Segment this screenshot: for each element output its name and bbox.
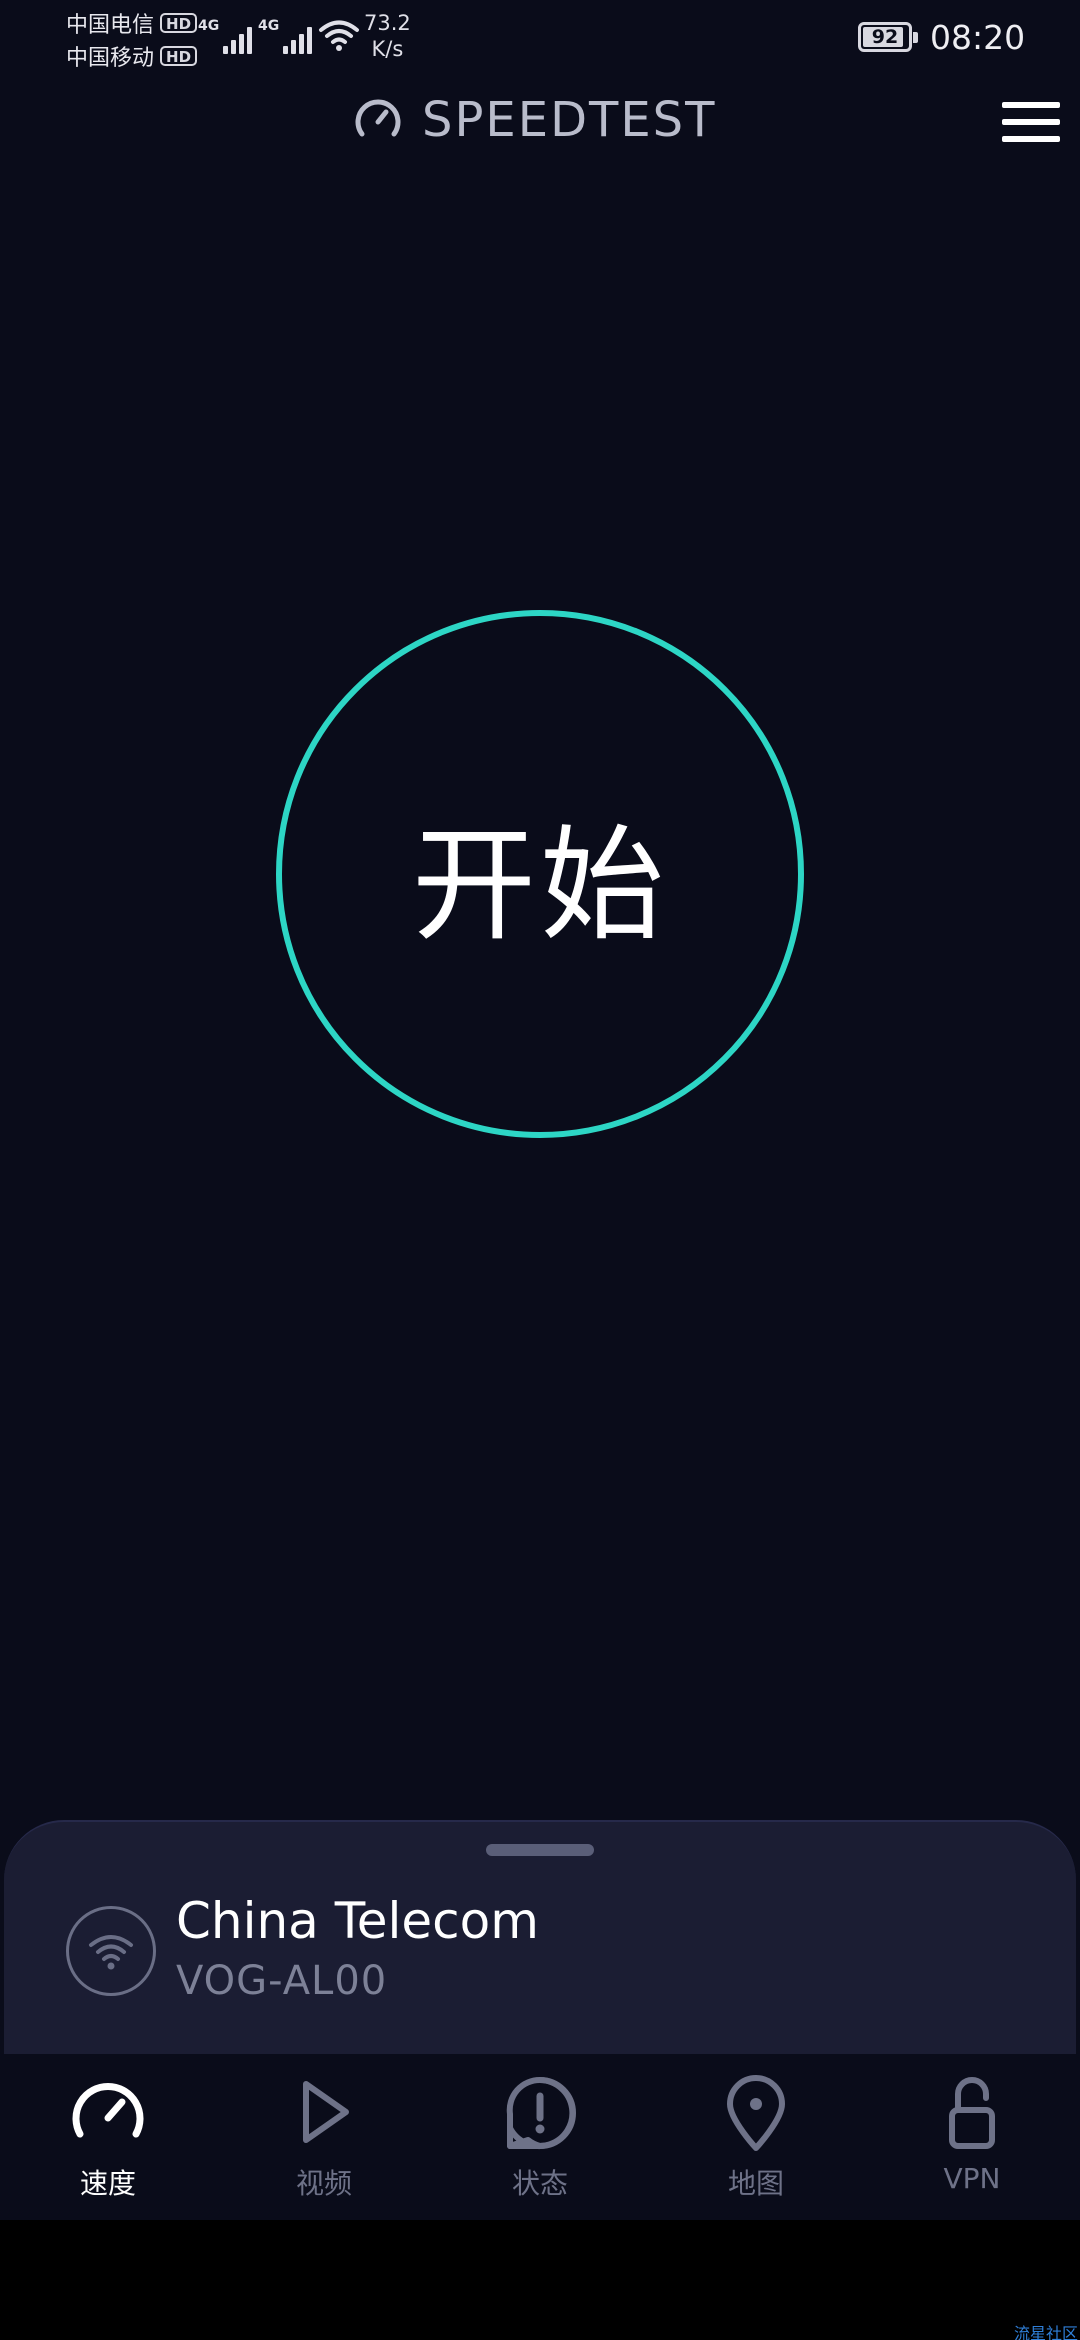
hd-badge-2: HD: [160, 45, 198, 66]
unlock-icon: [949, 2077, 995, 2149]
connection-sheet[interactable]: China Telecom VOG-AL00: [4, 1820, 1076, 2060]
signal-strength-icon-1: 4G: [198, 14, 255, 54]
carrier-row-1: 中国电信 HD: [66, 6, 198, 39]
status-bar: 中国电信 HD 中国移动 HD 4G 4G 73.2 K/s 92 08:20: [0, 0, 1080, 80]
network-speed-indicator: 73.2 K/s: [364, 10, 411, 62]
tab-vpn-label: VPN: [943, 2162, 1001, 2195]
sheet-drag-handle[interactable]: [486, 1844, 594, 1856]
wifi-status-icon: [319, 20, 359, 51]
start-test-button[interactable]: 开始: [276, 610, 804, 1138]
app-header: SPEEDTEST: [0, 88, 1080, 158]
map-pin-icon: [727, 2075, 785, 2151]
connection-icon-wrap: [66, 1906, 156, 1996]
signal-strength-icon-2: 4G: [258, 14, 315, 54]
tab-map[interactable]: 地图: [648, 2054, 864, 2220]
network-type-2: 4G: [258, 18, 280, 34]
tab-speed[interactable]: 速度: [0, 2054, 216, 2220]
speedtest-screen: 中国电信 HD 中国移动 HD 4G 4G 73.2 K/s 92 08:20 …: [0, 0, 1080, 2340]
carrier-row-2: 中国移动 HD: [66, 39, 198, 72]
network-type-1: 4G: [198, 18, 220, 34]
carrier-2-label: 中国移动: [66, 45, 155, 71]
tab-vpn[interactable]: VPN: [864, 2054, 1080, 2220]
speedtest-logo-icon: [355, 99, 401, 137]
battery-icon: 92: [858, 22, 918, 52]
tab-status[interactable]: 状态: [432, 2054, 648, 2220]
battery-level: 92: [871, 26, 899, 48]
tab-status-label: 状态: [511, 2167, 568, 2200]
carrier-1-label: 中国电信: [66, 12, 155, 38]
device-name: VOG-AL00: [176, 1958, 388, 2004]
bottom-tab-bar: 速度 视频 状态 地图 VPN: [0, 2054, 1080, 2220]
app-title: SPEEDTEST: [422, 92, 717, 148]
start-test-label: 开始: [411, 814, 668, 958]
watermark-text: 流星社区: [1014, 2324, 1079, 2340]
hamburger-menu-icon[interactable]: [1002, 102, 1060, 146]
app-brand: SPEEDTEST: [352, 92, 716, 148]
wifi-icon: [89, 1935, 133, 1970]
network-speed-unit: K/s: [371, 37, 404, 61]
alert-icon: [506, 2076, 576, 2149]
network-speed-value: 73.2: [364, 11, 411, 35]
system-nav-area: [0, 2220, 1080, 2340]
hd-badge-1: HD: [160, 12, 198, 33]
status-time: 08:20: [930, 18, 1026, 57]
play-icon: [303, 2081, 349, 2143]
provider-name: China Telecom: [176, 1892, 539, 1950]
tab-speed-label: 速度: [79, 2167, 136, 2200]
carrier-info: 中国电信 HD 中国移动 HD: [66, 6, 198, 72]
tab-map-label: 地图: [727, 2167, 784, 2200]
tab-video[interactable]: 视频: [216, 2054, 432, 2220]
speedometer-icon: [72, 2083, 144, 2138]
tab-video-label: 视频: [295, 2167, 352, 2200]
